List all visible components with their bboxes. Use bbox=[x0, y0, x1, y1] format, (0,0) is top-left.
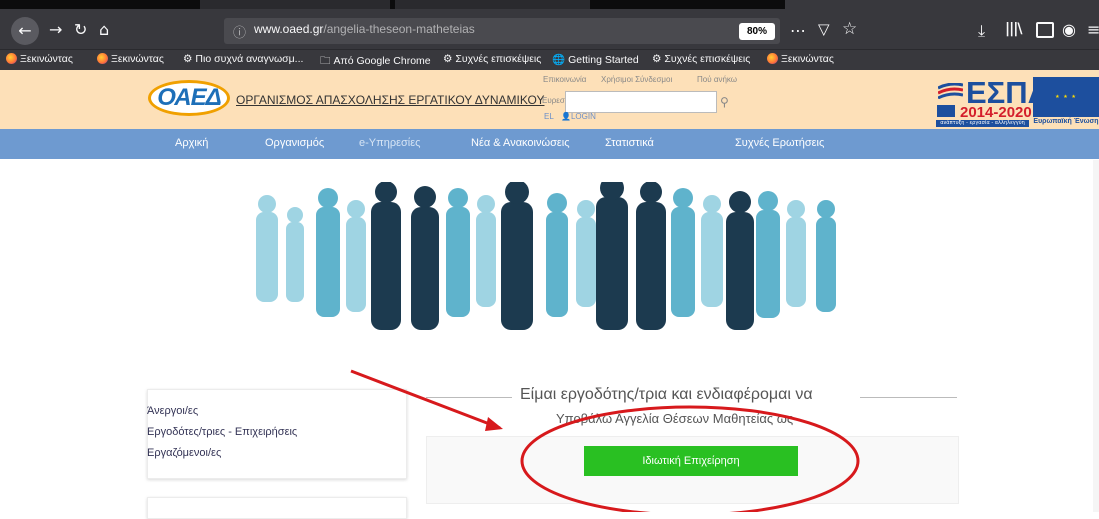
url-text[interactable]: www.oaed.gr/angelia-theseon-matheteias bbox=[254, 22, 475, 36]
hero-people-image bbox=[256, 182, 836, 330]
browser-tab[interactable] bbox=[395, 0, 590, 9]
espa-logo-swoosh bbox=[938, 83, 963, 99]
nav-organization[interactable]: Οργανισμός bbox=[265, 137, 324, 149]
nav-faq[interactable]: Συχνές Ερωτήσεις bbox=[735, 137, 824, 149]
nav-news[interactable]: Νέα & Ανακοινώσεις bbox=[471, 137, 570, 149]
page-subheading: Υποβάλω Αγγελία Θέσεων Μαθητείας ως bbox=[556, 411, 794, 426]
gear-icon: ⚙ bbox=[652, 53, 662, 65]
firefox-icon bbox=[97, 53, 108, 64]
espa-years: 2014-2020 bbox=[960, 104, 1032, 121]
bookmark-star-icon[interactable]: ☆ bbox=[842, 19, 857, 39]
user-icon: 👤 bbox=[561, 112, 571, 121]
heading-rule bbox=[426, 397, 512, 398]
greek-flag-icon bbox=[937, 105, 955, 117]
account-icon[interactable]: ◉ bbox=[1062, 20, 1076, 39]
site-info-icon[interactable]: ⓘ bbox=[233, 22, 246, 41]
sidebar-box bbox=[147, 497, 407, 519]
useful-links-link[interactable]: Χρήσιμοι Σύνδεσμοι bbox=[601, 75, 672, 84]
sidebar-item-employers[interactable]: Εργοδότες/τριες - Επιχειρήσεις bbox=[147, 426, 297, 438]
downloads-icon[interactable]: ⤓ bbox=[978, 21, 985, 41]
private-business-button[interactable]: Ιδιωτική Επιχείρηση bbox=[584, 446, 798, 476]
browser-tab[interactable] bbox=[200, 0, 390, 9]
sidebar-toggle-icon[interactable] bbox=[1036, 22, 1054, 38]
sidebar-item-unemployed[interactable]: Άνεργοι/ες bbox=[147, 405, 198, 417]
search-input[interactable] bbox=[565, 91, 717, 113]
library-icon[interactable]: |||\ bbox=[1005, 21, 1022, 37]
bookmark-item[interactable]: ⚙ Συχνές επισκέψεις bbox=[652, 53, 750, 65]
espa-tagline: ανάπτυξη - εργασία - αλληλεγγύη bbox=[936, 120, 1029, 127]
page-heading: Είμαι εργοδότης/τρια και ενδιαφέρομαι να bbox=[520, 386, 813, 403]
zoom-level-badge[interactable]: 80% bbox=[739, 23, 775, 40]
reload-button[interactable]: ↻ bbox=[74, 20, 87, 40]
globe-icon: 🌐 bbox=[552, 54, 566, 66]
language-selector[interactable]: EL bbox=[544, 112, 554, 121]
heading-rule bbox=[860, 397, 957, 398]
bookmark-item[interactable]: Ξεκινώντας bbox=[767, 53, 834, 65]
nav-e-services[interactable]: e-Υπηρεσίες bbox=[359, 137, 420, 149]
eu-label: Ευρωπαϊκή Ένωση bbox=[1033, 118, 1099, 125]
tab-strip bbox=[0, 0, 785, 9]
search-icon[interactable]: ⚲ bbox=[720, 95, 729, 109]
page-actions-icon[interactable]: ⋯ bbox=[790, 21, 806, 40]
logo-text[interactable]: ΟΑΕΔ bbox=[150, 82, 228, 114]
contact-link[interactable]: Επικοινωνία bbox=[543, 75, 586, 84]
bookmark-item[interactable]: ⚙ Συχνές επισκέψεις bbox=[443, 53, 541, 65]
eu-stars-icon: ★ ★ ★ bbox=[1055, 94, 1077, 100]
login-link[interactable]: 👤LOGIN bbox=[561, 112, 596, 121]
bookmark-folder[interactable]: 🗀 Από Google Chrome bbox=[320, 53, 431, 71]
gear-icon: ⚙ bbox=[443, 53, 453, 65]
annotation-arrowhead bbox=[485, 417, 503, 431]
forward-button[interactable]: → bbox=[49, 20, 62, 40]
page-scrollbar[interactable] bbox=[1093, 160, 1099, 512]
firefox-icon bbox=[767, 53, 778, 64]
url-host: www.oaed.gr bbox=[254, 22, 324, 36]
url-path: /angelia-theseon-matheteias bbox=[323, 22, 475, 36]
search-label: Ευρεσ bbox=[542, 96, 565, 105]
menu-icon[interactable]: ≡ bbox=[1087, 20, 1099, 39]
bookmark-item[interactable]: Ξεκινώντας bbox=[6, 53, 73, 65]
pocket-icon[interactable]: ▽ bbox=[818, 20, 830, 38]
bookmarks-bar bbox=[0, 49, 1099, 71]
bookmark-item[interactable]: ⚙ Πιο συχνά αναγνωσμ... bbox=[183, 53, 303, 65]
sidebar-item-employees[interactable]: Εργαζόμενοι/ες bbox=[147, 447, 221, 459]
org-name-link[interactable]: ΟΡΓΑΝΙΣΜΟΣ ΑΠΑΣΧΟΛΗΣΗΣ ΕΡΓΑΤΙΚΟΥ ΔΥΝΑΜΙΚ… bbox=[236, 93, 544, 107]
bookmark-item[interactable]: Ξεκινώντας bbox=[97, 53, 164, 65]
bookmark-item[interactable]: 🌐 Getting Started bbox=[552, 53, 639, 66]
folder-icon: 🗀 bbox=[320, 55, 331, 67]
nav-statistics[interactable]: Στατιστικά bbox=[605, 137, 654, 149]
where-i-belong-link[interactable]: Πού ανήκω bbox=[697, 75, 737, 84]
firefox-icon bbox=[6, 53, 17, 64]
home-button[interactable]: ⌂ bbox=[99, 20, 109, 40]
gear-icon: ⚙ bbox=[183, 53, 193, 65]
back-button[interactable]: ← bbox=[11, 17, 39, 45]
nav-home[interactable]: Αρχική bbox=[175, 137, 208, 149]
